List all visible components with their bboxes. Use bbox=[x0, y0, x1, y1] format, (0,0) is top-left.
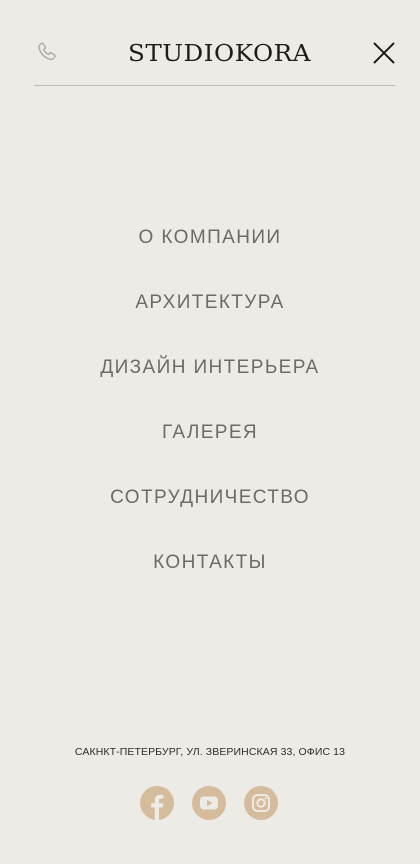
close-menu-button[interactable] bbox=[370, 39, 398, 67]
menu-item-contacts: КОНТАКТЫ bbox=[0, 541, 420, 606]
youtube-link[interactable] bbox=[192, 786, 226, 820]
header-divider bbox=[34, 85, 395, 86]
menu-item-gallery: ГАЛЕРЕЯ bbox=[0, 411, 420, 476]
phone-button[interactable] bbox=[34, 40, 60, 66]
address-text: САКНКТ-ПЕТЕРБУРГ, УЛ. ЗВЕРИНСКАЯ 33, ОФИ… bbox=[74, 746, 346, 758]
instagram-icon bbox=[252, 794, 270, 812]
facebook-icon bbox=[151, 794, 164, 820]
instagram-link[interactable] bbox=[244, 786, 278, 820]
social-links bbox=[140, 786, 280, 820]
logo-text: STUDIOKORA bbox=[128, 41, 311, 66]
menu-link-cooperation[interactable]: СОТРУДНИЧЕСТВО bbox=[110, 476, 310, 520]
facebook-link[interactable] bbox=[140, 786, 174, 820]
menu-item-about: О КОМПАНИИ bbox=[0, 216, 420, 281]
menu-link-architecture[interactable]: АРХИТЕКТУРА bbox=[135, 281, 284, 325]
menu-item-architecture: АРХИТЕКТУРА bbox=[0, 281, 420, 346]
menu-link-about[interactable]: О КОМПАНИИ bbox=[139, 216, 282, 260]
menu-link-contacts[interactable]: КОНТАКТЫ bbox=[153, 541, 267, 585]
menu-link-interior-design[interactable]: ДИЗАЙН ИНТЕРЬЕРА bbox=[100, 346, 319, 390]
site-header: STUDIOKORA bbox=[0, 0, 420, 86]
close-icon bbox=[373, 42, 395, 64]
menu-item-cooperation: СОТРУДНИЧЕСТВО bbox=[0, 476, 420, 541]
menu-link-gallery[interactable]: ГАЛЕРЕЯ bbox=[162, 411, 258, 455]
phone-icon bbox=[38, 42, 56, 61]
logo[interactable]: STUDIOKORA bbox=[128, 38, 312, 66]
menu-item-interior-design: ДИЗАЙН ИНТЕРЬЕРА bbox=[0, 346, 420, 411]
youtube-icon bbox=[200, 796, 218, 810]
menu-list: О КОМПАНИИ АРХИТЕКТУРА ДИЗАЙН ИНТЕРЬЕРА … bbox=[0, 216, 420, 606]
